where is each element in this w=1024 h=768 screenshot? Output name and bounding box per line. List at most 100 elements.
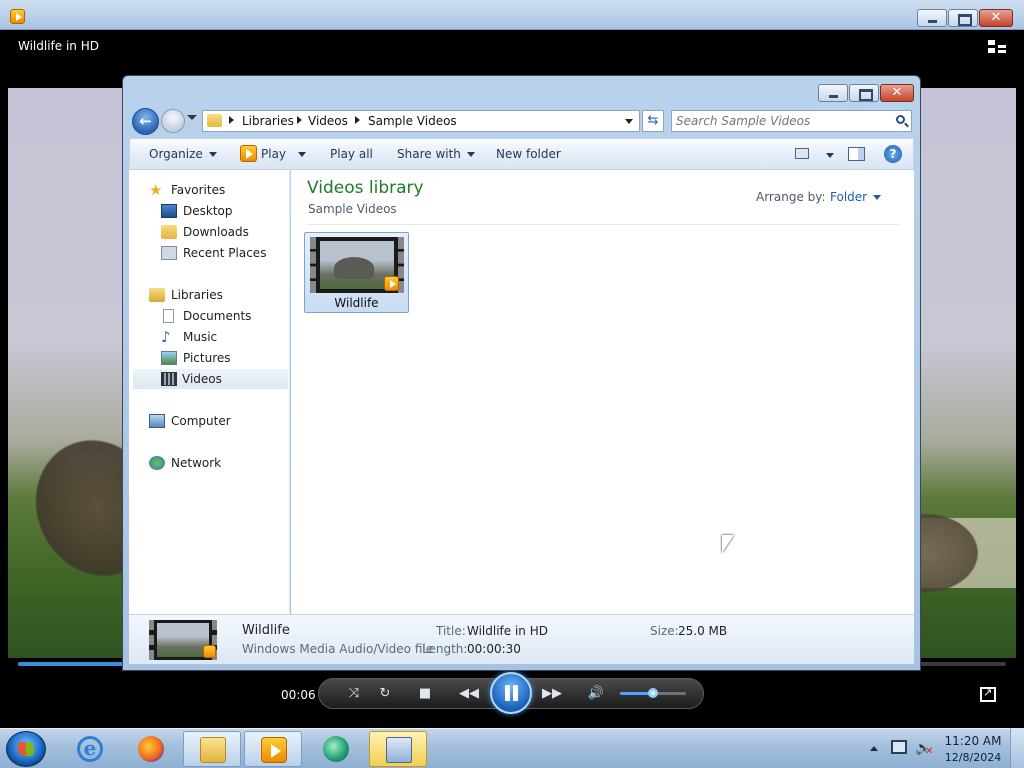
switch-to-library-icon[interactable] [988, 40, 1006, 54]
computer-icon [149, 414, 165, 428]
nav-favorites[interactable]: ★ Favorites [149, 180, 289, 200]
fullscreen-icon[interactable] [980, 686, 996, 702]
recent-pages-dropdown-icon[interactable] [187, 115, 197, 120]
stop-icon[interactable]: ■ [414, 684, 436, 704]
nav-label: Computer [171, 414, 231, 428]
new-folder-button[interactable]: New folder [496, 147, 561, 161]
previous-icon[interactable]: ◀◀ [456, 684, 482, 704]
clock-date[interactable]: 12/8/2024 [944, 751, 1002, 764]
back-button[interactable]: ← [132, 108, 159, 135]
nav-documents[interactable]: Documents [161, 306, 289, 326]
media-player-badge-icon [384, 276, 399, 291]
details-size-label: Size: [650, 624, 679, 638]
media-player-icon [261, 737, 287, 763]
play-button[interactable]: Play [261, 147, 307, 161]
chevron-down-icon [298, 152, 307, 157]
preview-pane-icon[interactable] [848, 147, 865, 161]
taskbar-control-panel[interactable] [369, 731, 427, 767]
show-desktop-button[interactable] [1010, 728, 1024, 768]
command-bar: Organize Play Play all Share with New fo… [129, 138, 914, 170]
play-all-button[interactable]: Play all [330, 147, 373, 161]
nav-downloads[interactable]: Downloads [161, 222, 289, 242]
pictures-icon [161, 351, 177, 365]
mute-speaker-icon[interactable]: 🔊 [585, 684, 607, 704]
seek-bar-progress [18, 662, 127, 666]
breadcrumb-libraries[interactable]: Libraries [242, 114, 294, 128]
videos-film-icon [161, 372, 177, 386]
nav-pictures[interactable]: Pictures [161, 348, 289, 368]
share-with-button[interactable]: Share with [397, 147, 475, 161]
change-view-icon[interactable] [795, 148, 809, 159]
pause-button[interactable] [490, 672, 532, 714]
chevron-down-icon [873, 195, 882, 200]
nav-network[interactable]: Network [149, 453, 289, 473]
network-tray-icon[interactable] [891, 740, 907, 754]
repeat-icon[interactable]: ↻ [374, 684, 396, 704]
volume-slider-thumb[interactable] [648, 688, 658, 698]
search-box[interactable] [671, 110, 912, 132]
music-note-icon: ♪ [161, 328, 171, 346]
address-history-dropdown-icon[interactable] [625, 119, 633, 124]
search-icon[interactable] [896, 115, 905, 124]
address-bar[interactable]: Libraries Videos Sample Videos [202, 110, 640, 132]
media-player-minimize-button[interactable] [917, 9, 947, 27]
next-icon[interactable]: ▶▶ [539, 684, 565, 704]
view-options-chevron-icon[interactable] [826, 153, 834, 158]
chevron-down-icon [208, 152, 217, 157]
breadcrumb-chevron-icon[interactable] [355, 116, 360, 124]
explorer-close-button[interactable]: ✕ [880, 84, 914, 102]
help-icon[interactable]: ? [884, 145, 902, 163]
explorer-maximize-button[interactable] [849, 84, 879, 102]
show-hidden-icons-icon[interactable] [870, 746, 878, 751]
breadcrumb-chevron-icon[interactable] [297, 116, 302, 124]
clock-time[interactable]: 11:20 AM [944, 734, 1002, 748]
nav-label: Desktop [183, 204, 233, 218]
nav-label: Pictures [183, 351, 231, 365]
nav-computer[interactable]: Computer [149, 411, 289, 431]
media-player-close-button[interactable]: ✕ [979, 9, 1013, 27]
explorer-minimize-button[interactable] [818, 84, 848, 102]
internet-explorer-icon: e [77, 736, 103, 762]
details-title-value[interactable]: Wildlife in HD [467, 624, 548, 638]
arrange-by-dropdown[interactable]: Folder [830, 190, 882, 204]
nav-recent-places[interactable]: Recent Places [161, 243, 289, 263]
divider [307, 224, 899, 225]
breadcrumb-chevron-icon[interactable] [229, 116, 234, 124]
breadcrumb-videos[interactable]: Videos [308, 114, 348, 128]
control-panel-icon [386, 737, 412, 763]
forward-button[interactable] [161, 109, 185, 133]
shuffle-icon[interactable]: ⤨ [343, 684, 365, 704]
mouse-pointer-icon [722, 535, 734, 553]
taskbar-remote-desktop[interactable] [307, 731, 365, 767]
media-player-titlebar[interactable]: ✕ [0, 0, 1024, 30]
library-title: Videos library [307, 178, 424, 198]
nav-label: Music [183, 330, 218, 344]
firefox-icon [138, 736, 164, 762]
nav-desktop[interactable]: Desktop [161, 201, 289, 221]
taskbar-internet-explorer[interactable]: e [61, 731, 119, 767]
file-item-wildlife[interactable]: Wildlife [304, 232, 409, 313]
media-player-maximize-button[interactable] [948, 9, 978, 27]
share-with-label: Share with [397, 147, 461, 161]
nav-music[interactable]: ♪ Music [161, 327, 289, 347]
taskbar-windows-explorer[interactable] [183, 731, 241, 767]
thumbnail-rock [334, 257, 374, 279]
nav-label: Downloads [183, 225, 249, 239]
chevron-down-icon [466, 152, 475, 157]
search-input[interactable] [676, 113, 886, 129]
taskbar-firefox[interactable] [122, 731, 180, 767]
taskbar-windows-media-player[interactable] [244, 731, 302, 767]
navigation-pane: ★ Favorites Desktop Downloads Recent Plac… [129, 170, 290, 614]
start-button[interactable] [6, 731, 46, 767]
arrange-by-value: Folder [830, 190, 868, 204]
arrange-by-label: Arrange by: [756, 190, 826, 204]
play-media-icon[interactable] [240, 145, 257, 162]
breadcrumb-sample-videos[interactable]: Sample Videos [368, 114, 457, 128]
nav-videos[interactable]: Videos [133, 369, 288, 389]
details-title-label: Title: [436, 624, 466, 638]
organize-button[interactable]: Organize [149, 147, 217, 161]
nav-libraries[interactable]: Libraries [149, 285, 289, 305]
star-icon: ★ [149, 181, 163, 199]
refresh-button[interactable]: ⇆ [642, 110, 664, 132]
nav-label: Videos [182, 372, 222, 386]
